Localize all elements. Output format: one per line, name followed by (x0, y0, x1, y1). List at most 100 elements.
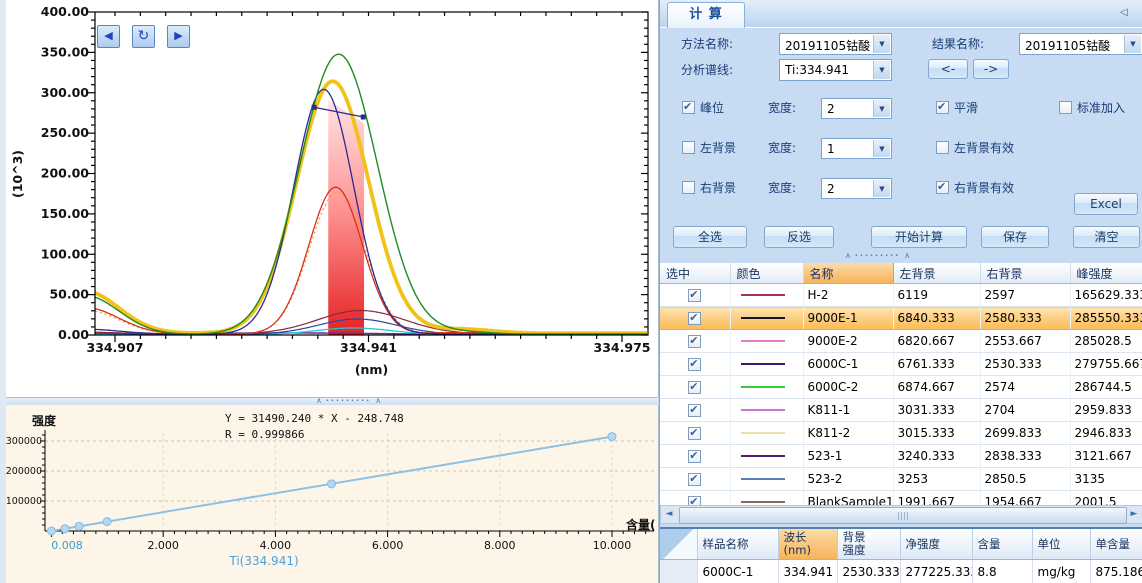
sample-col-header[interactable]: 名称 (803, 263, 893, 284)
sample-row-H-2[interactable]: H-261192597165629.333 (660, 284, 1142, 307)
row-checkbox[interactable] (688, 473, 701, 486)
sample-row-9000E-2[interactable]: 9000E-26820.6672553.667285028.5 (660, 330, 1142, 353)
calibration-equation: Y = 31490.240 * X - 248.748 (225, 412, 404, 425)
result-value: 20191105钴酸 (1025, 37, 1110, 54)
cell: 3031.333 (893, 399, 980, 422)
right-background-checkbox[interactable] (682, 181, 695, 194)
peak-width-select[interactable]: 2 ▼ (821, 98, 892, 119)
sample-row-6000C-2[interactable]: 6000C-26874.6672574286744.5 (660, 376, 1142, 399)
cell: 285550.333 (1070, 307, 1142, 330)
row-checkbox[interactable] (688, 289, 701, 302)
result-col-header[interactable]: 单含量 (1090, 528, 1142, 560)
calibration-point[interactable] (608, 433, 616, 441)
peak-marker-square[interactable] (361, 114, 366, 119)
calibration-point[interactable] (47, 527, 55, 535)
dropdown-arrow-icon[interactable]: ▼ (873, 180, 890, 197)
sample-row-9000E-1[interactable]: 9000E-16840.3332580.333285550.333 (660, 307, 1142, 330)
calibration-point[interactable] (61, 525, 69, 533)
dropdown-arrow-icon[interactable]: ▼ (873, 140, 890, 157)
calib-x-tick-label: 2.000 (147, 539, 179, 552)
calib-x-tick-label: 4.000 (260, 539, 292, 552)
left-background-checkbox[interactable] (682, 141, 695, 154)
calibration-point[interactable] (75, 522, 83, 530)
result-col-header[interactable]: 样品名称 (697, 528, 778, 560)
sample-col-header[interactable]: 峰强度 (1070, 263, 1142, 284)
left-bg-width-select[interactable]: 1 ▼ (821, 138, 892, 159)
width-label-3: 宽度: (768, 181, 796, 195)
peak-checkbox[interactable] (682, 101, 695, 114)
select-all-button[interactable]: 全选 (673, 226, 747, 248)
result-select[interactable]: 20191105钴酸 ▼ (1019, 33, 1142, 55)
calibration-chart-panel: 强度Y = 31490.240 * X - 248.748R = 0.99986… (6, 405, 659, 583)
standard-addition-checkbox[interactable] (1059, 101, 1072, 114)
sample-row-K811-2[interactable]: K811-23015.3332699.8332946.833 (660, 422, 1142, 445)
row-checkbox[interactable] (688, 427, 701, 440)
cell: 334.941 (778, 560, 837, 583)
dropdown-arrow-icon[interactable]: ▼ (873, 100, 890, 117)
cell: H-2 (803, 284, 893, 307)
dropdown-arrow-icon[interactable]: ▼ (1124, 35, 1141, 53)
dropdown-arrow-icon[interactable]: ▼ (873, 61, 890, 79)
peak-marker-square[interactable] (312, 105, 317, 110)
spectrum-refresh-button[interactable]: ↻ (132, 25, 155, 48)
right-bg-width-select[interactable]: 2 ▼ (821, 178, 892, 199)
result-col-header[interactable]: 含量 (972, 528, 1032, 560)
scroll-right-icon[interactable]: ► (1126, 506, 1142, 523)
start-calculation-button[interactable]: 开始计算 (871, 226, 967, 248)
calibration-point[interactable] (328, 480, 336, 488)
prev-result-button[interactable]: <- (928, 59, 968, 79)
right-bg-valid-checkbox[interactable] (936, 181, 949, 194)
save-button[interactable]: 保存 (981, 226, 1049, 248)
result-col-header[interactable]: 背景 强度 (837, 528, 900, 560)
cell: 6119 (893, 284, 980, 307)
sample-col-header[interactable]: 选中 (660, 263, 730, 284)
scroll-left-icon[interactable]: ◄ (661, 506, 677, 523)
sample-row-523-2[interactable]: 523-232532850.53135 (660, 468, 1142, 491)
calibration-point[interactable] (103, 518, 111, 526)
result-row[interactable]: 6000C-1334.9412530.333277225.3338.8mg/kg… (660, 560, 1142, 583)
splitter-grip-icon[interactable]: ∧·········∧ (316, 398, 381, 404)
sample-col-header[interactable]: 右背景 (980, 263, 1070, 284)
cell: 2553.667 (980, 330, 1070, 353)
cell: 286744.5 (1070, 376, 1142, 399)
invert-selection-button[interactable]: 反选 (764, 226, 834, 248)
smooth-label: 平滑 (954, 101, 978, 115)
dropdown-arrow-icon[interactable]: ▼ (873, 35, 890, 53)
sample-row-523-1[interactable]: 523-13240.3332838.3333121.667 (660, 445, 1142, 468)
y-tick-label: 0.00 (58, 327, 89, 342)
sample-row-K811-1[interactable]: K811-13031.33327042959.833 (660, 399, 1142, 422)
result-col-header[interactable]: 波长 (nm) (778, 528, 837, 560)
sample-col-header[interactable]: 左背景 (893, 263, 980, 284)
excel-button[interactable]: Excel (1074, 193, 1138, 215)
series-color-line (741, 409, 785, 411)
scrollbar-thumb[interactable] (679, 507, 1127, 524)
clear-button[interactable]: 清空 (1073, 226, 1140, 248)
result-col-header[interactable]: 单位 (1032, 528, 1090, 560)
series-color-line (741, 478, 785, 480)
row-selector-cell[interactable] (660, 560, 697, 583)
result-col-header[interactable]: 净强度 (900, 528, 972, 560)
next-result-button[interactable]: -> (973, 59, 1009, 79)
row-checkbox[interactable] (688, 312, 701, 325)
row-checkbox[interactable] (688, 404, 701, 417)
spectrum-prev-button[interactable]: ◀ (97, 25, 120, 48)
horizontal-scrollbar[interactable]: ◄ ► (660, 505, 1142, 524)
collapse-arrow-icon[interactable]: ◁ (1120, 7, 1128, 18)
left-bg-width-value: 1 (827, 142, 835, 156)
row-checkbox[interactable] (688, 335, 701, 348)
smooth-checkbox[interactable] (936, 101, 949, 114)
cell: 2580.333 (980, 307, 1070, 330)
left-bg-valid-checkbox[interactable] (936, 141, 949, 154)
method-select[interactable]: 20191105钴酸 ▼ (779, 33, 892, 55)
tab-calculate[interactable]: 计 算 (667, 2, 745, 28)
cell: 6000C-1 (803, 353, 893, 376)
sample-col-header[interactable]: 颜色 (730, 263, 803, 284)
row-checkbox[interactable] (688, 381, 701, 394)
sample-row-6000C-1[interactable]: 6000C-16761.3332530.333279755.667 (660, 353, 1142, 376)
table-splitter-grip-icon[interactable]: ∧·········∧ (845, 253, 910, 259)
spectrum-next-button[interactable]: ▶ (167, 25, 190, 48)
row-checkbox[interactable] (688, 450, 701, 463)
calibration-chart: 强度Y = 31490.240 * X - 248.748R = 0.99986… (6, 405, 658, 583)
row-checkbox[interactable] (688, 358, 701, 371)
analysis-line-select[interactable]: Ti:334.941 ▼ (779, 59, 892, 81)
